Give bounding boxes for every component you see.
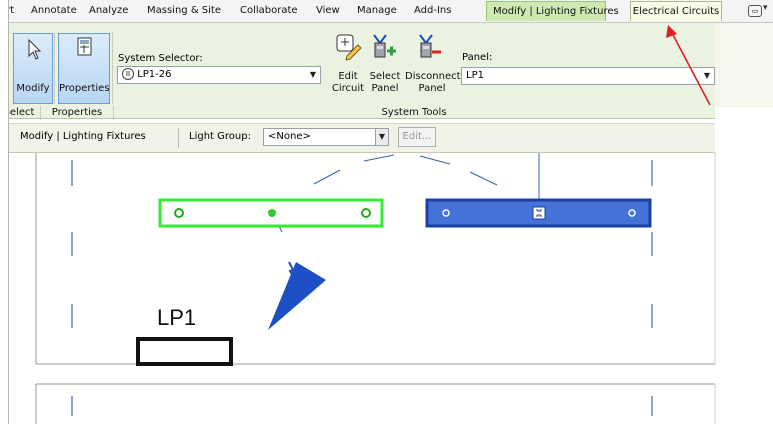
lighting-fixture-selected[interactable] xyxy=(158,198,384,228)
dashed-grid-lines xyxy=(71,160,653,416)
panel-tag: LP1 xyxy=(157,305,196,330)
drawing-canvas[interactable]: LP1 xyxy=(0,0,773,424)
annotation-arrow xyxy=(666,25,711,106)
electrical-panel[interactable] xyxy=(136,337,233,366)
electrical-circuit-symbol xyxy=(268,261,326,330)
circuit-wire-arc xyxy=(313,154,498,186)
lighting-fixture-highlighted[interactable] xyxy=(425,198,652,228)
